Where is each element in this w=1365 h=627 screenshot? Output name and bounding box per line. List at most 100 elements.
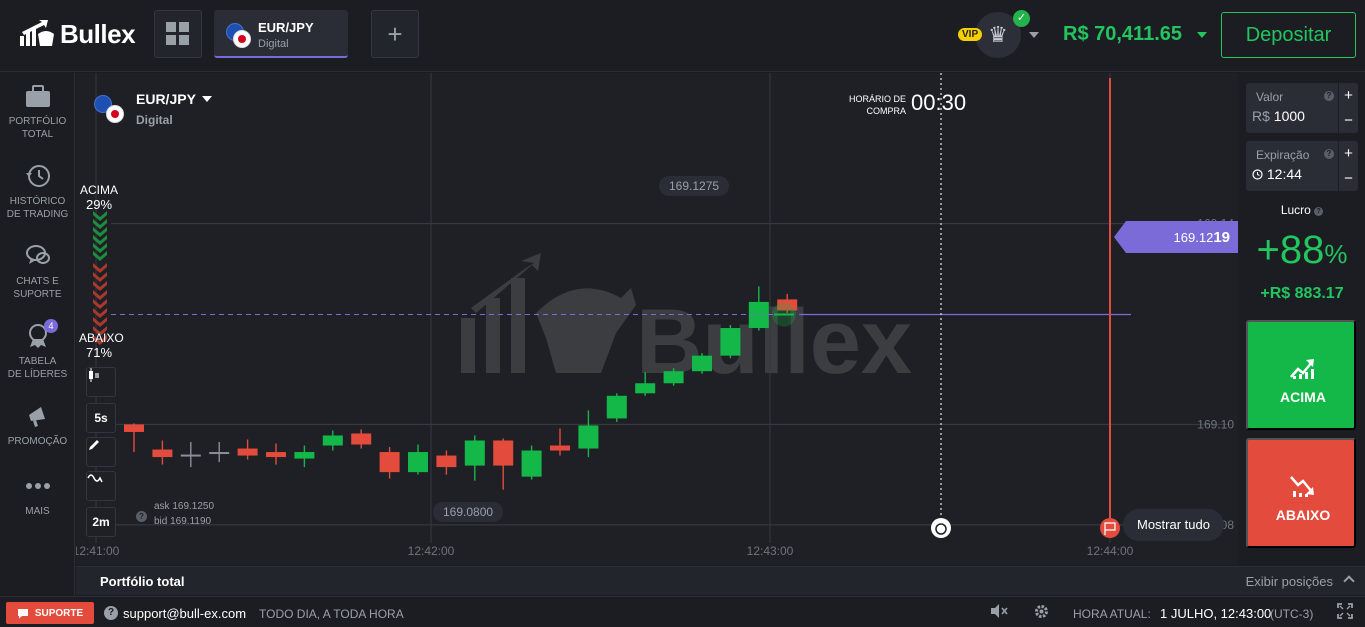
help-icon[interactable]: ? [136,511,147,522]
call-up-button[interactable]: ACIMA [1246,320,1356,430]
candle-body[interactable] [436,455,457,468]
sidebar-item-leaderboard[interactable]: 4 TABELA DE LÍDERES [0,319,75,381]
purchase-time-label-line2: COMPRA [866,106,906,116]
zoom-button[interactable]: 2m [86,507,116,537]
asset-selector-chevron-icon[interactable] [202,96,212,102]
briefcase-icon [25,85,50,107]
candle-body[interactable] [692,355,712,372]
finish-flag-icon [1100,518,1120,538]
profit-help-icon[interactable]: ? [1314,207,1324,216]
sidebar-item-portfolio[interactable]: PORTFÓLIO TOTAL [0,83,75,141]
watermark-bull-icon [461,253,636,373]
profit-label-text: Lucro [1280,203,1311,217]
down-sentiment-pct: 71% [85,345,113,360]
show-all-button[interactable]: Mostrar tudo [1123,509,1224,541]
candle-body[interactable] [152,449,173,458]
account-balance[interactable]: R$ 70,411.65 [1063,23,1182,46]
sidebar-label: MAIS [25,506,50,517]
sidebar-label: TOTAL [21,129,54,140]
purchase-time-label: HORÁRIO DE COMPRA [846,93,906,117]
portfolio-bar[interactable]: Portfólio total Exibir posições [76,566,1365,595]
jp-flag-icon [106,105,124,123]
amount-field[interactable]: Valor ? R$ 1000 + − [1246,83,1358,133]
amount-value[interactable]: R$ 1000 [1252,108,1305,124]
history-icon [25,165,50,187]
timeframe-button[interactable]: 5s [86,403,116,433]
account-menu-chevron-icon[interactable] [1029,32,1039,38]
candle-body[interactable] [578,425,599,449]
candle-body[interactable] [606,395,627,419]
expiration-decrease-button[interactable]: − [1338,166,1358,191]
top-bar: Bullex EUR/JPY Digital + ♛ VIP ✓ R$ 70,4… [0,0,1365,72]
candle-body[interactable] [379,452,400,473]
fullscreen-icon[interactable] [1337,603,1353,624]
footer: SUPORTE ? support@bull-ex.com TODO DIA, … [0,596,1365,627]
trading-chart[interactable]: Bullex 169.14169.10169.0812:41:0012:42:0… [76,73,1238,565]
support-button[interactable]: SUPORTE [6,602,94,624]
candle-body[interactable] [408,452,428,473]
sidebar-item-promotion[interactable]: PROMOÇÃO [0,403,75,448]
amount-decrease-button[interactable]: − [1338,108,1358,133]
chart-type-button[interactable] [86,367,116,397]
sidebar-item-history[interactable]: HISTÓRICO DE TRADING [0,163,75,221]
put-down-label: ABAIXO [1275,507,1331,523]
x-tick-label: 12:43:00 [747,544,794,558]
support-email-link[interactable]: support@bull-ex.com [123,606,246,621]
amount-help-icon[interactable]: ? [1324,91,1334,101]
chart-asset-type: Digital [136,113,173,127]
x-tick-label: 12:41:00 [76,544,120,558]
sidebar-label: HISTÓRICO [9,196,66,207]
apps-grid-button[interactable] [154,10,202,58]
sentiment-down-chevron [93,308,107,318]
show-positions-link[interactable]: Exibir posições [1246,574,1333,589]
sidebar-item-chats[interactable]: CHATS E SUPORTE [0,243,75,301]
candle-body[interactable] [294,452,315,459]
chart-canvas[interactable]: Bullex 169.14169.10169.0812:41:0012:42:0… [76,73,1238,565]
sidebar-item-more[interactable]: MAIS [0,473,75,518]
expiration-field[interactable]: Expiração ? 12:44 + − [1246,141,1358,191]
candle-body[interactable] [180,454,201,457]
leaderboard-badge: 4 [44,319,58,333]
sound-mute-icon[interactable] [990,603,1008,624]
put-down-button[interactable]: ABAIXO [1246,438,1356,548]
candle-body[interactable] [351,433,372,445]
candle-body[interactable] [237,448,258,456]
expiration-input[interactable]: 12:44 [1267,166,1302,182]
amount-input[interactable]: 1000 [1274,108,1305,124]
deposit-button[interactable]: Depositar [1221,12,1356,58]
current-price-value: 169.1219 [1174,229,1230,246]
left-sidebar: PORTFÓLIO TOTAL HISTÓRICO DE TRADING CHA… [0,73,75,595]
asset-tab-eurjpy[interactable]: EUR/JPY Digital [214,10,348,58]
plus-icon: + [387,18,403,49]
indicators-button[interactable] [86,471,116,501]
candle-body[interactable] [720,328,741,356]
balance-chevron-icon[interactable] [1197,32,1207,38]
asset-tab-name: EUR/JPY [258,20,314,35]
candle-body[interactable] [124,424,144,432]
chat-icon [25,245,50,264]
candle-body[interactable] [663,371,684,384]
expiration-increase-button[interactable]: + [1338,141,1358,166]
candle-body[interactable] [322,435,343,446]
chevron-up-icon[interactable] [1343,575,1355,587]
sentiment-up-chevron [93,211,107,221]
candle-body[interactable] [748,301,769,329]
draw-tool-button[interactable] [86,437,116,467]
candle-body[interactable] [209,452,230,455]
candle-body[interactable] [521,450,542,477]
brand-logo[interactable]: Bullex [18,18,136,50]
amount-increase-button[interactable]: + [1338,83,1358,108]
settings-gear-icon[interactable] [1033,603,1050,625]
expiration-value[interactable]: 12:44 [1252,166,1302,182]
sentiment-down-chevron [93,263,107,273]
candle-body[interactable] [635,383,656,394]
current-price-prefix: 169.12 [1173,230,1214,245]
add-asset-button[interactable]: + [371,10,419,58]
candle-body[interactable] [550,445,570,451]
candle-body[interactable] [464,440,485,466]
candle-body[interactable] [266,452,286,458]
chart-asset-selector[interactable]: EUR/JPY [136,91,196,107]
candle-body[interactable] [493,440,514,466]
expiration-help-icon[interactable]: ? [1324,149,1334,159]
down-sentiment-label: ABAIXO [79,331,124,345]
